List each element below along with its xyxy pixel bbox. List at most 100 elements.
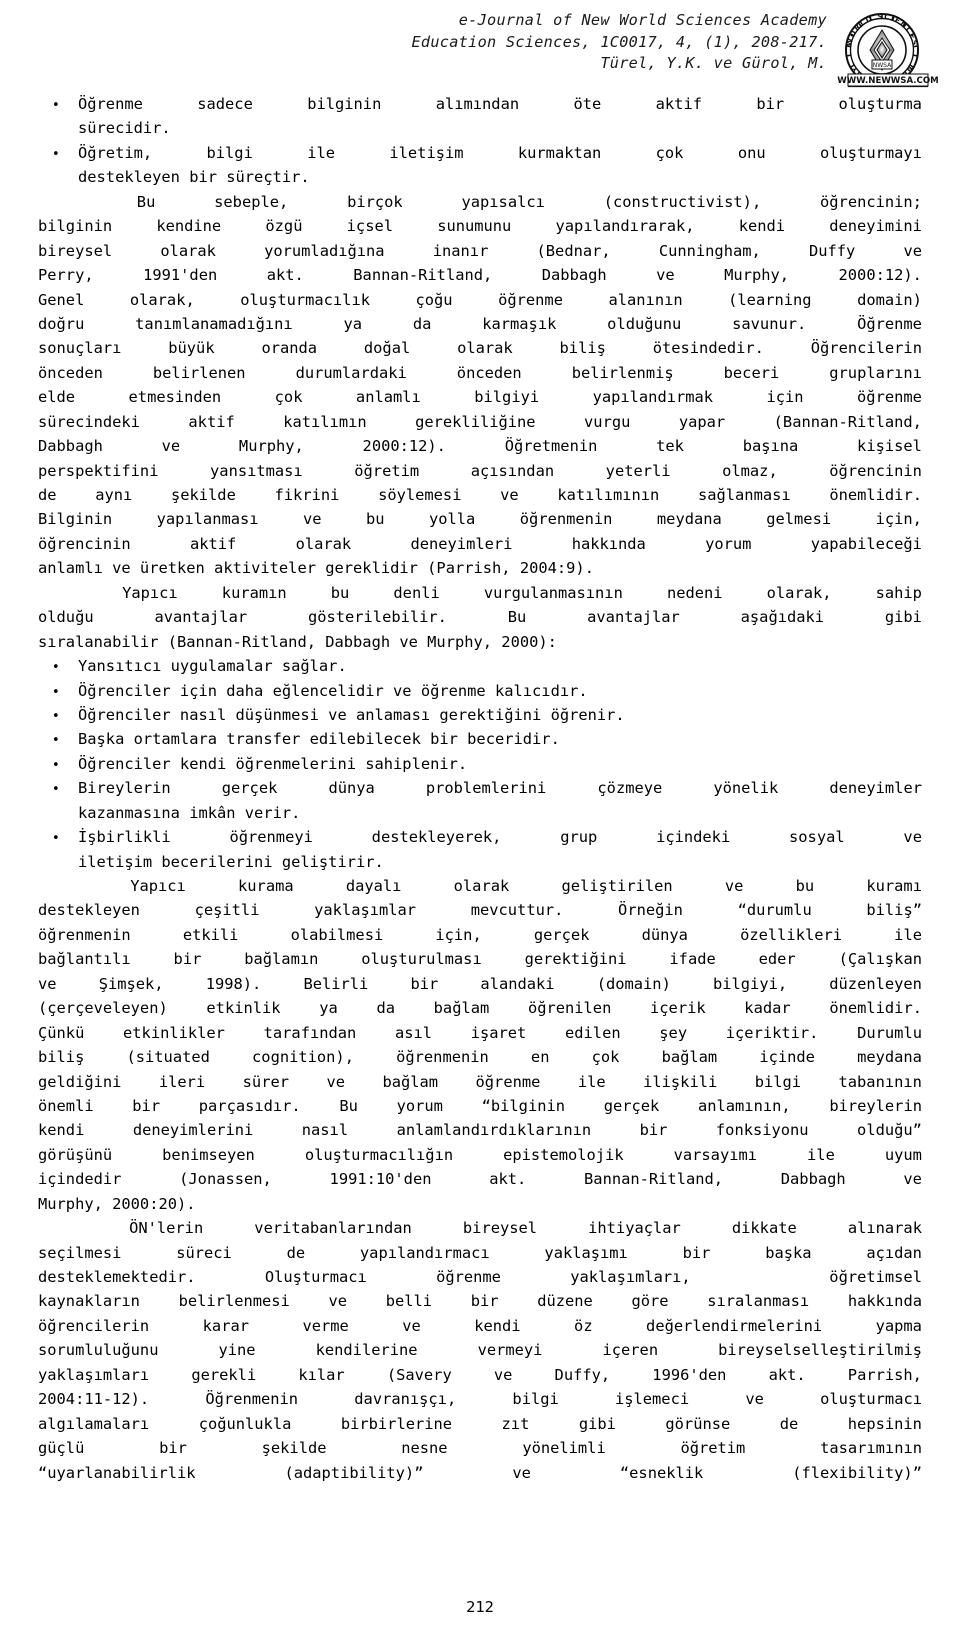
text-token: içsel <box>346 217 393 236</box>
text-token: karmaşık <box>482 314 557 333</box>
list-item-text: Öğrenciler kendi öğrenmelerini sahipleni… <box>78 752 922 776</box>
text-token: 1998). <box>205 974 262 993</box>
text-token: bağlam <box>382 1072 439 1091</box>
text-token: fonksiyonu <box>715 1121 809 1140</box>
text-token: için, <box>435 925 482 944</box>
text-token: ve <box>656 266 675 285</box>
text-token: olduğu” <box>857 1121 922 1140</box>
paragraph-line: algılamaları çoğunlukla birbirlerine zıt gib… <box>38 1412 922 1436</box>
text-token: ve <box>328 1292 348 1311</box>
text-token: görüşünü <box>38 1145 113 1164</box>
paragraph-line: desteklemektedir. Oluşturmacı öğrenme yakla… <box>38 1265 922 1289</box>
bullet-icon: • <box>52 782 60 798</box>
text-token: hakkında <box>571 534 646 553</box>
paragraph-line: Perry, 1991'den akt. Bannan-Ritland, Dabbagh… <box>38 263 922 287</box>
text-token: 1991'den <box>143 266 218 285</box>
text-token: savunur. <box>732 314 807 333</box>
text-token: şey <box>659 1023 688 1042</box>
text-token: Bilginin <box>38 510 113 529</box>
text-token: öğrenmeyi <box>229 828 313 847</box>
text-token: işlemeci <box>614 1390 690 1409</box>
list-item: • Bireylerin gerçek dünya problemlerini çözme… <box>38 776 922 800</box>
text-token: dikkate <box>731 1219 797 1238</box>
text-token: alanının <box>608 290 683 309</box>
text-token: deneyimler <box>829 779 922 798</box>
text-token: Dabbagh <box>38 437 103 456</box>
text-token: çözmeye <box>597 779 663 798</box>
list-item-text: Öğrenciler nasıl düşünmesi ve anlaması g… <box>78 703 922 727</box>
text-token: Öğrenciler nasıl düşünmesi ve anlaması g… <box>78 705 625 724</box>
text-token: başına <box>742 437 799 456</box>
text-token: kurmaktan <box>517 143 602 162</box>
text-token: (Çalışkan <box>838 950 922 969</box>
text-token: ve <box>724 877 744 895</box>
paragraph-line: olduğu avantajlar gösterilebilir. Bu avantaj… <box>38 605 922 629</box>
paragraph-line: “uyarlanabilirlik (adaptibility)” ve “esnek… <box>38 1461 922 1485</box>
text-token: “bilginin <box>481 1096 566 1115</box>
text-token: sunumunu <box>437 217 512 236</box>
text-token: öğrencinin <box>38 534 131 553</box>
text-token: Öğrenme <box>78 95 143 113</box>
paragraph-line: perspektifini yansıtması öğretim açısından y… <box>38 459 922 483</box>
paragraph-line: Yapıcı kuramın bu denli vurgulanmasının neden… <box>38 581 922 605</box>
text-token: kendine <box>156 217 222 236</box>
text-token: etkili <box>182 925 239 944</box>
text-token: Duffy <box>808 241 856 260</box>
paragraph-line: Çünkü etkinlikler tarafından asıl işaret edil… <box>38 1021 922 1045</box>
text-token: aynı <box>95 486 133 504</box>
text-token: yönelimli <box>522 1439 606 1458</box>
text-token: etkinlik <box>206 999 281 1018</box>
text-token: Dabbagh <box>541 266 607 285</box>
text-token: gelmesi <box>766 510 832 529</box>
text-token: doğal <box>363 339 411 358</box>
text-token: için, <box>875 510 922 529</box>
paragraph-line: doğru tanımlanamadığını ya da karmaşık olduğu… <box>38 312 922 336</box>
text-token: Bannan-Ritland, <box>353 266 493 285</box>
text-token: vermeyi <box>477 1341 543 1360</box>
text-token: Genel <box>38 290 85 309</box>
text-token: yapılandırarak, <box>555 217 695 236</box>
text-token: İşbirlikli <box>78 828 171 847</box>
paragraph-line: öğrencilerin karar verme ve kendi öz değerlend… <box>38 1314 922 1338</box>
text-token: destekleyen bir süreçtir. <box>78 168 310 187</box>
text-token: ifade <box>669 950 716 969</box>
text-token: zıt <box>501 1414 530 1433</box>
paragraph-line: Murphy, 2000:20). <box>38 1192 922 1216</box>
text-token: ile <box>894 925 922 944</box>
text-token: tabanının <box>838 1072 922 1091</box>
text-token: belirlenen <box>152 363 246 382</box>
text-token: Yansıtıcı uygulamalar sağlar. <box>78 657 347 676</box>
text-token: olmaz, <box>722 461 778 480</box>
text-token: oranda <box>261 339 318 358</box>
text-token: da <box>376 999 395 1018</box>
list-item: • İşbirlikli öğrenmeyi destekleyerek, grup iç… <box>38 825 922 849</box>
text-token: öğretim <box>354 461 420 480</box>
text-token: (situated <box>126 1048 210 1067</box>
text-token: özgü <box>265 217 303 236</box>
bullet-icon: • <box>52 757 60 773</box>
text-token: düzene <box>537 1292 593 1311</box>
paragraph-line: (çerçeveleyen) etkinlik ya da bağlam öğrenile… <box>38 996 922 1020</box>
paragraph-line: sorumluluğunu yine kendilerine vermeyi içere… <box>38 1338 922 1362</box>
text-token: gerekli <box>191 1365 257 1384</box>
text-token: (çerçeveleyen) <box>38 999 168 1018</box>
text-token: kılar <box>298 1365 345 1384</box>
text-token: ve <box>500 486 519 504</box>
paragraph-line: güçlü bir şekilde nesne yönelimli öğretim tasa… <box>38 1436 922 1460</box>
text-token: kadar <box>744 999 791 1018</box>
list-item: • Yansıtıcı uygulamalar sağlar. <box>38 654 922 678</box>
text-token: gibi <box>884 608 922 627</box>
text-token: sahip <box>875 583 922 602</box>
text-token: sürer <box>242 1072 289 1091</box>
text-token: dünya <box>641 925 688 944</box>
paragraph-line: görüşünü benimseyen oluşturmacılığın episte… <box>38 1143 922 1167</box>
paragraph-line: 2004:11-12). Öğrenmenin davranışçı, bilgi iş… <box>38 1387 922 1411</box>
text-token: gösterilebilir. <box>307 608 447 627</box>
text-token: de <box>286 1243 306 1262</box>
text-token: Öğrenmenin <box>205 1390 299 1409</box>
text-token: Bu <box>339 1096 358 1115</box>
text-token: öğrenilen <box>527 999 612 1018</box>
text-token: nasıl <box>301 1121 349 1140</box>
text-token: oluşturulması <box>361 950 482 969</box>
text-token: (Savery <box>386 1365 452 1384</box>
